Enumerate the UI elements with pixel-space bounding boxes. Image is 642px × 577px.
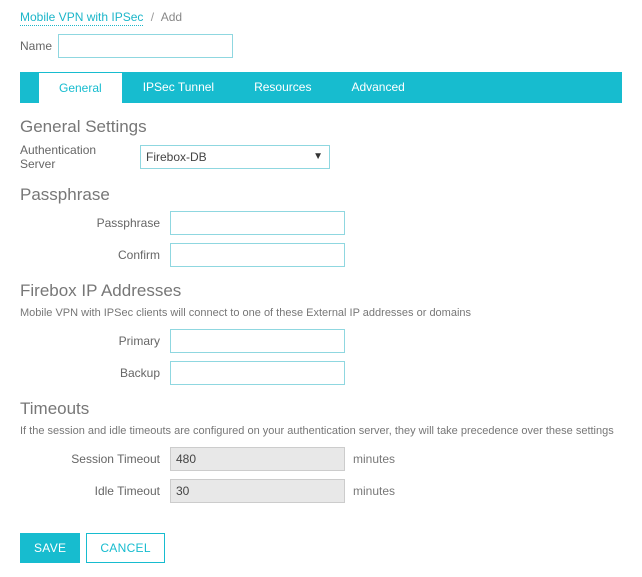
tab-gap: [20, 72, 38, 103]
confirm-label: Confirm: [20, 248, 170, 262]
breadcrumb-parent-link[interactable]: Mobile VPN with IPSec: [20, 10, 143, 26]
tab-resources[interactable]: Resources: [234, 72, 331, 103]
auth-server-label: Authentication Server: [20, 143, 140, 171]
tabbar: General IPSec Tunnel Resources Advanced: [20, 72, 622, 103]
primary-label: Primary: [20, 334, 170, 348]
button-row: SAVE CANCEL: [20, 533, 622, 563]
idle-timeout-label: Idle Timeout: [20, 484, 170, 498]
backup-input[interactable]: [170, 361, 345, 385]
name-input[interactable]: [58, 34, 233, 58]
cancel-button[interactable]: CANCEL: [86, 533, 164, 563]
name-label: Name: [20, 39, 58, 53]
confirm-input[interactable]: [170, 243, 345, 267]
tab-ipsec-tunnel[interactable]: IPSec Tunnel: [123, 72, 234, 103]
idle-timeout-unit: minutes: [353, 484, 395, 498]
breadcrumb: Mobile VPN with IPSec / Add: [20, 10, 622, 24]
session-timeout-unit: minutes: [353, 452, 395, 466]
firebox-ip-desc: Mobile VPN with IPSec clients will conne…: [20, 307, 622, 319]
breadcrumb-current: Add: [161, 10, 182, 24]
primary-input[interactable]: [170, 329, 345, 353]
passphrase-input[interactable]: [170, 211, 345, 235]
tab-advanced[interactable]: Advanced: [331, 72, 424, 103]
session-timeout-input[interactable]: [170, 447, 345, 471]
timeouts-title: Timeouts: [20, 399, 622, 419]
tab-general[interactable]: General: [38, 72, 123, 103]
session-timeout-label: Session Timeout: [20, 452, 170, 466]
general-settings-title: General Settings: [20, 117, 622, 137]
breadcrumb-separator: /: [151, 10, 154, 24]
timeouts-desc: If the session and idle timeouts are con…: [20, 425, 622, 437]
idle-timeout-input[interactable]: [170, 479, 345, 503]
backup-label: Backup: [20, 366, 170, 380]
passphrase-label: Passphrase: [20, 216, 170, 230]
firebox-ip-title: Firebox IP Addresses: [20, 281, 622, 301]
save-button[interactable]: SAVE: [20, 533, 80, 563]
auth-server-select-wrap[interactable]: Firebox-DB ▼: [140, 145, 330, 169]
passphrase-title: Passphrase: [20, 185, 622, 205]
tab-filler: [425, 72, 622, 103]
auth-server-select[interactable]: Firebox-DB: [141, 146, 329, 168]
